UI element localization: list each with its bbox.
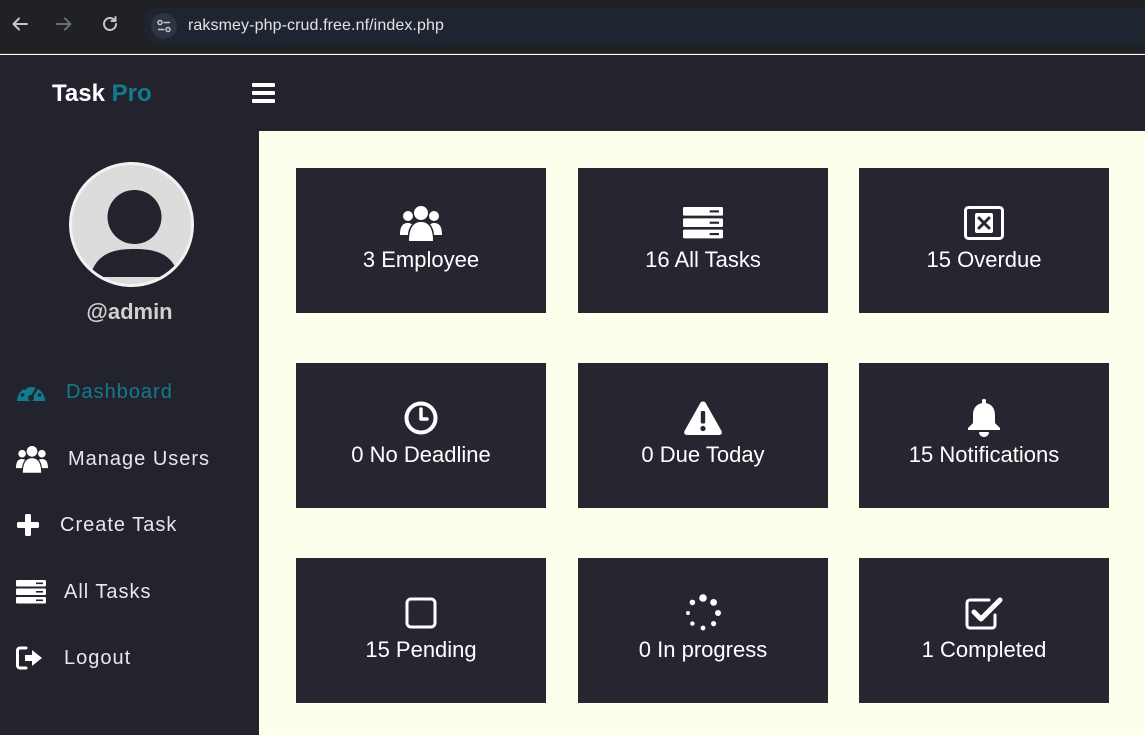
sidebar-item-create-task[interactable]: Create Task xyxy=(0,505,259,545)
user-avatar-icon xyxy=(69,162,194,287)
card-label: 15 Overdue xyxy=(926,247,1042,272)
sidebar-item-logout[interactable]: Logout xyxy=(0,638,259,678)
users-icon xyxy=(296,204,546,242)
dashboard-gauge-icon xyxy=(16,377,48,407)
sidebar-item-manage-users[interactable]: Manage Users xyxy=(0,439,259,479)
card-label: 3 Employee xyxy=(362,247,480,272)
sidebar: @admin Dashboard Manage Users Create Tas… xyxy=(0,131,259,735)
sidebar-item-label: Manage Users xyxy=(68,448,211,470)
check-square-icon xyxy=(859,594,1109,632)
reload-icon xyxy=(103,16,117,31)
card-pending[interactable]: 15 Pending xyxy=(296,558,546,703)
sidebar-item-dashboard[interactable]: Dashboard xyxy=(0,372,259,412)
sidebar-item-label: Create Task xyxy=(60,514,178,536)
card-no-deadline[interactable]: 0 No Deadline xyxy=(296,363,546,508)
username: @admin xyxy=(86,299,173,324)
logout-icon xyxy=(16,643,48,673)
site-settings-button[interactable] xyxy=(151,13,177,39)
warning-icon xyxy=(578,399,828,437)
main-content: 3 Employee 16 All Tasks 15 Overdue 0 No … xyxy=(259,131,1145,735)
clock-icon xyxy=(296,399,546,437)
card-label: 0 No Deadline xyxy=(351,442,491,467)
forward-button[interactable] xyxy=(50,10,78,38)
arrow-left-icon xyxy=(12,17,28,31)
task-list-icon xyxy=(578,204,828,242)
plus-icon xyxy=(16,510,48,540)
brand-accent: Pro xyxy=(111,80,152,107)
address-bar[interactable]: raksmey-php-crud.free.nf/index.php xyxy=(143,7,1145,45)
users-icon xyxy=(16,444,48,474)
sidebar-item-label: All Tasks xyxy=(64,581,152,603)
card-label: 0 Due Today xyxy=(641,442,765,467)
card-completed[interactable]: 1 Completed xyxy=(859,558,1109,703)
app-header: Task Pro xyxy=(0,55,1145,131)
bell-icon xyxy=(859,399,1109,437)
square-icon xyxy=(296,594,546,632)
sidebar-item-label: Logout xyxy=(64,647,132,669)
sidebar-item-all-tasks[interactable]: All Tasks xyxy=(0,572,259,612)
card-employee[interactable]: 3 Employee xyxy=(296,168,546,313)
card-label: 15 Pending xyxy=(365,637,477,662)
site-settings-icon xyxy=(157,19,171,33)
card-overdue[interactable]: 15 Overdue xyxy=(859,168,1109,313)
reload-button[interactable] xyxy=(96,10,124,38)
card-notifications[interactable]: 15 Notifications xyxy=(859,363,1109,508)
spinner-icon xyxy=(578,594,828,632)
card-in-progress[interactable]: 0 In progress xyxy=(578,558,828,703)
brand-logo[interactable]: Task Pro xyxy=(52,80,152,108)
arrow-right-icon xyxy=(56,17,72,31)
back-button[interactable] xyxy=(6,10,34,38)
sidebar-item-label: Dashboard xyxy=(66,381,173,403)
card-due-today[interactable]: 0 Due Today xyxy=(578,363,828,508)
x-square-icon xyxy=(859,204,1109,242)
browser-toolbar: raksmey-php-crud.free.nf/index.php xyxy=(0,0,1145,54)
brand-main: Task xyxy=(52,80,105,107)
card-label: 16 All Tasks xyxy=(645,247,761,272)
hamburger-menu-icon[interactable] xyxy=(252,83,276,103)
task-list-icon xyxy=(16,577,48,607)
card-label: 0 In progress xyxy=(638,637,768,662)
url-text[interactable]: raksmey-php-crud.free.nf/index.php xyxy=(188,17,444,35)
card-label: 1 Completed xyxy=(921,637,1047,662)
card-all-tasks[interactable]: 16 All Tasks xyxy=(578,168,828,313)
card-label: 15 Notifications xyxy=(908,442,1060,467)
